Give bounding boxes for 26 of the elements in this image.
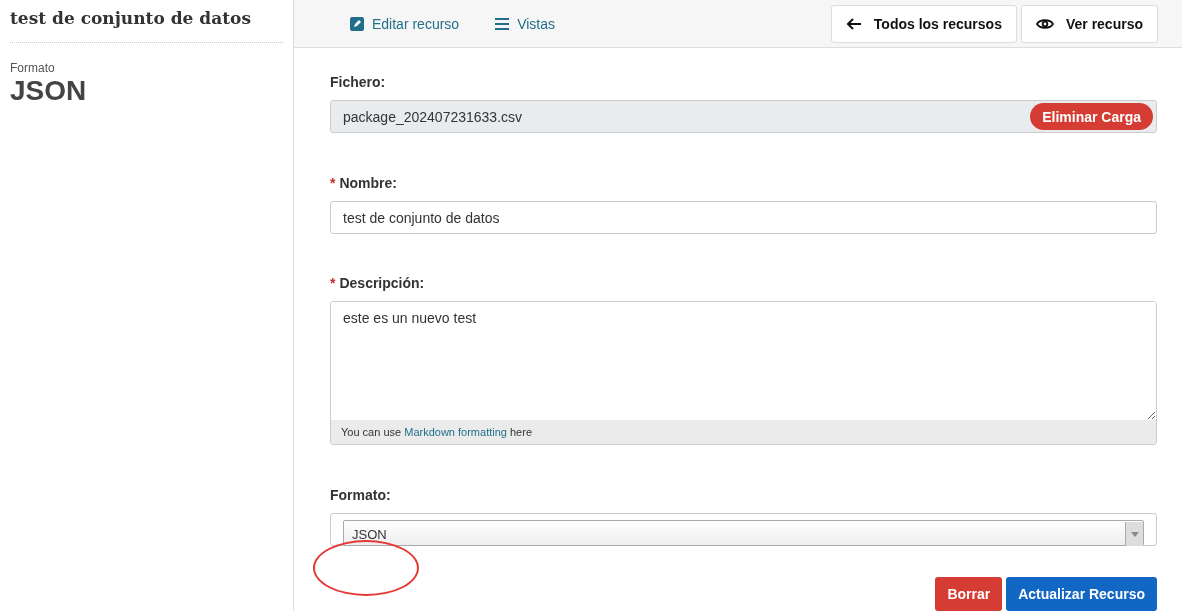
- toolbar-tab[interactable]: Vistas: [495, 15, 556, 32]
- field-label: * Descripción:: [330, 275, 426, 291]
- markdown-link[interactable]: Markdown formatting: [404, 426, 507, 438]
- dataset-title: test de conjunto de datos: [10, 8, 283, 43]
- toolbar-tab[interactable]: Editar recurso: [350, 15, 460, 32]
- form-button[interactable]: Actualizar Recurso: [1006, 577, 1157, 611]
- description-field[interactable]: este es un nuevo test You can use Markdown formatting here: [330, 301, 1157, 445]
- field-label: * Nombre:: [330, 175, 398, 191]
- nav-button[interactable]: Ver recurso: [1020, 4, 1158, 43]
- field-label: Fichero:: [330, 74, 387, 90]
- pencil-square-icon: [350, 16, 364, 31]
- format-select[interactable]: JSON: [343, 520, 1144, 546]
- format-caption: Formato: [10, 61, 56, 75]
- markdown-hint: You can use Markdown formatting here: [331, 420, 1156, 444]
- name-input[interactable]: test de conjunto de datos: [330, 201, 1157, 234]
- arrow-left-icon: [845, 17, 862, 30]
- remove-upload-button[interactable]: Eliminar Carga: [1030, 103, 1153, 130]
- eye-icon: [1035, 17, 1054, 30]
- form-button[interactable]: Borrar: [935, 577, 1003, 611]
- field-label: Formato:: [330, 487, 392, 503]
- menu-icon: [495, 17, 510, 30]
- nav-button[interactable]: Todos los recursos: [830, 4, 1017, 43]
- description-textarea[interactable]: este es un nuevo test: [331, 302, 1156, 420]
- file-name: package_202407231633.csv: [343, 108, 523, 125]
- format-value: JSON: [10, 75, 88, 107]
- dropdown-caret-icon: [1130, 531, 1139, 537]
